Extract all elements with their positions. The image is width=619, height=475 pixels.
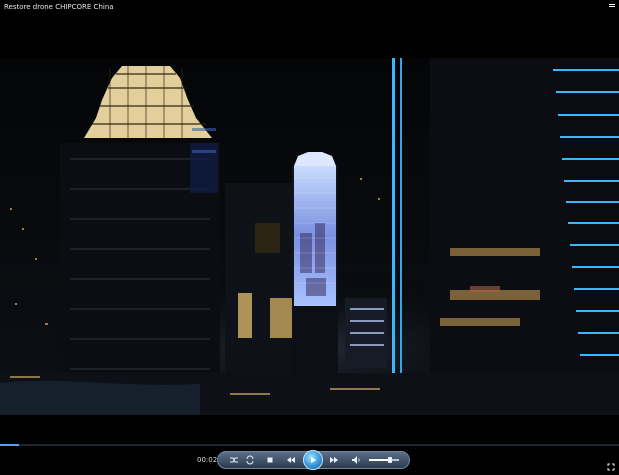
shuffle-icon[interactable]	[228, 454, 240, 466]
title-bar: Restore drone CHIPCORE China	[0, 0, 619, 58]
city-night-scene	[0, 58, 619, 415]
video-frame[interactable]	[0, 58, 619, 415]
menu-icon[interactable]	[608, 2, 616, 10]
previous-icon[interactable]	[285, 454, 297, 466]
play-icon[interactable]	[303, 450, 323, 470]
playback-controls: 00:02	[0, 447, 619, 474]
seek-bar[interactable]	[0, 444, 619, 446]
volume-thumb[interactable]	[388, 457, 392, 463]
volume-level	[369, 459, 390, 461]
window-title: Restore drone CHIPCORE China	[4, 3, 114, 11]
volume-slider[interactable]	[369, 457, 399, 463]
seek-progress	[0, 444, 19, 446]
fullscreen-icon[interactable]	[607, 456, 615, 471]
stop-icon[interactable]	[264, 454, 276, 466]
next-icon[interactable]	[328, 454, 340, 466]
elapsed-time: 00:02	[197, 456, 218, 464]
repeat-icon[interactable]	[244, 454, 256, 466]
volume-icon[interactable]	[350, 454, 362, 466]
